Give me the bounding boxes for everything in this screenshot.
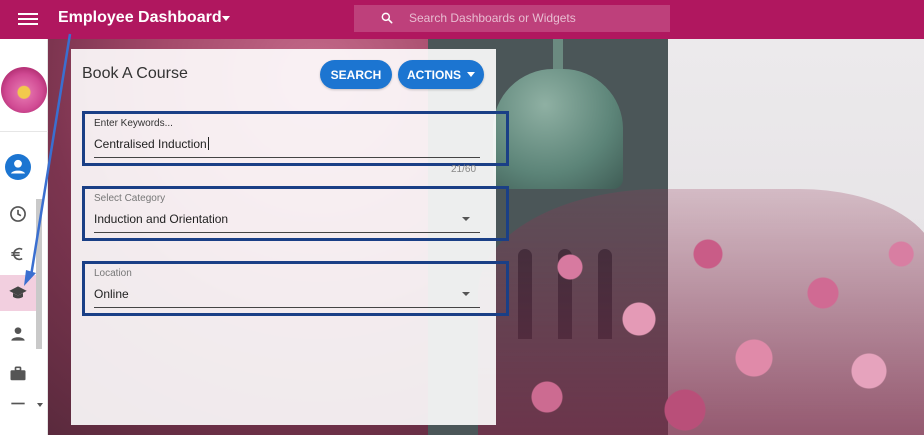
book-course-card: Book A Course SEARCH ACTIONS Enter Keywo… [71,49,509,425]
keywords-char-counter: 21/60 [451,164,477,175]
keywords-value: Centralised Induction [94,137,207,151]
tower-dome [493,69,623,189]
clock-icon [10,206,26,222]
actions-dropdown-icon [467,72,475,77]
actions-label: ACTIONS [407,67,461,82]
nav-jobs[interactable] [0,356,36,392]
actions-button[interactable]: ACTIONS [398,60,484,89]
blossom-tree-right [478,189,924,435]
euro-icon [11,247,23,261]
dashboard-title[interactable]: Employee Dashboard [58,9,222,27]
card-title: Book A Course [82,65,188,82]
keywords-underline [94,157,480,158]
category-underline [94,232,480,233]
text-cursor [207,137,209,150]
nav-profile[interactable] [0,149,36,185]
briefcase-icon [10,366,26,381]
rail-divider [0,131,48,132]
keywords-label: Enter Keywords... [94,118,173,129]
list-icon [11,402,25,405]
category-select[interactable]: Induction and Orientation [94,212,228,226]
left-navigation-rail [0,39,48,435]
hamburger-menu-icon[interactable] [18,10,38,28]
account-circle-icon [5,154,31,180]
search-placeholder: Search Dashboards or Widgets [409,11,576,25]
nav-learning[interactable] [0,275,36,311]
scroll-down-arrow-icon[interactable] [37,403,43,407]
category-label: Select Category [94,193,166,204]
top-app-bar: Employee Dashboard Search Dashboards or … [0,0,924,39]
keywords-input[interactable]: Centralised Induction [94,137,209,151]
graduation-cap-icon [9,286,27,299]
category-dropdown-icon[interactable] [462,217,470,221]
location-dropdown-icon[interactable] [462,292,470,296]
location-underline [94,307,480,308]
keywords-field-highlight: Enter Keywords... Centralised Induction [82,111,509,166]
dashboard-search-input[interactable]: Search Dashboards or Widgets [354,5,670,32]
dashboard-dropdown-icon[interactable] [222,16,230,21]
location-field-highlight: Location Online [82,261,509,316]
rail-scrollbar[interactable] [36,199,42,349]
category-field-highlight: Select Category Induction and Orientatio… [82,186,509,241]
user-avatar[interactable] [1,67,47,113]
search-icon [381,12,393,24]
nav-time[interactable] [0,196,36,232]
location-select[interactable]: Online [94,287,129,301]
nav-more[interactable] [0,399,36,413]
nav-pay[interactable] [0,236,36,272]
search-button[interactable]: SEARCH [320,60,392,89]
location-label: Location [94,268,132,279]
person-icon [11,327,25,341]
nav-people[interactable] [0,316,36,352]
